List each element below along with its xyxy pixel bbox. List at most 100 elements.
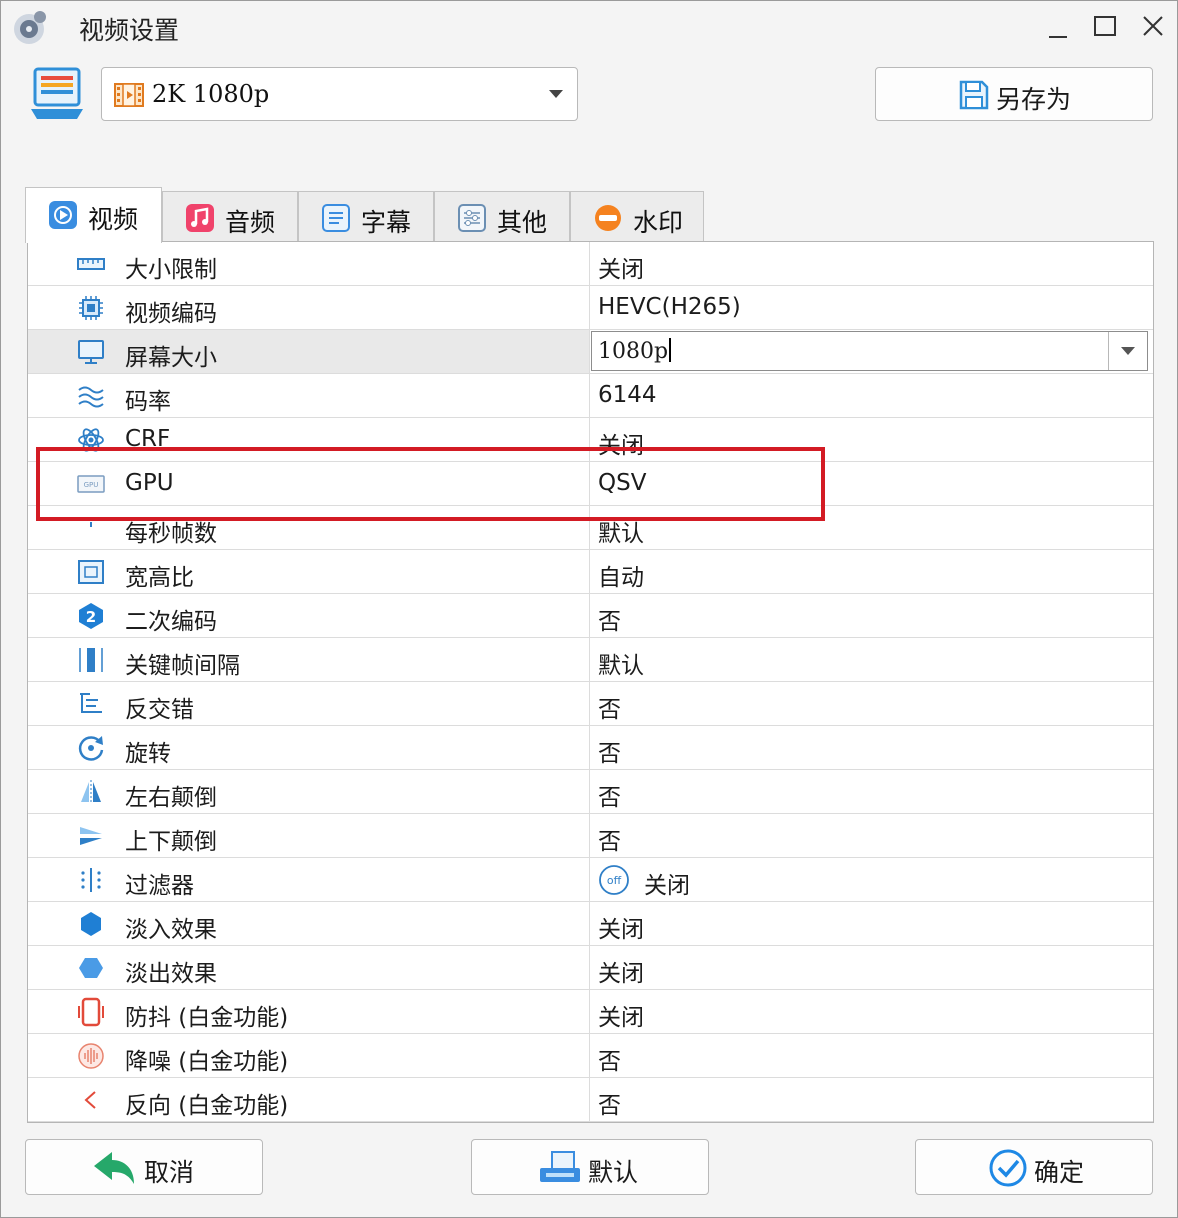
setting-label: 防抖 (白金功能) — [125, 1005, 289, 1031]
setting-name-cell[interactable]: 宽高比 — [28, 550, 590, 593]
setting-row[interactable]: 关键帧间隔 默认 — [28, 638, 1153, 682]
close-icon[interactable] — [1133, 9, 1173, 45]
setting-name-cell[interactable]: 视频编码 — [28, 286, 590, 329]
subtitle-icon — [322, 204, 350, 232]
setting-name-cell[interactable]: 上下颠倒 — [28, 814, 590, 857]
tab-video[interactable]: 视频 — [25, 187, 162, 243]
setting-row[interactable]: 淡入效果 关闭 — [28, 902, 1153, 946]
setting-row[interactable]: 旋转 否 — [28, 726, 1153, 770]
off-toggle-icon[interactable]: off — [598, 864, 630, 896]
preset-dropdown[interactable]: 2K 1080p — [101, 67, 578, 121]
two-pass-icon: 2 — [79, 603, 103, 629]
setting-label: CRF — [125, 426, 171, 452]
minimize-icon[interactable] — [1037, 9, 1077, 45]
setting-name-cell[interactable]: GPU GPU — [28, 462, 590, 505]
setting-name-cell[interactable]: 旋转 — [28, 726, 590, 769]
setting-name-cell[interactable]: 过滤器 — [28, 858, 590, 901]
setting-value[interactable]: 否 — [598, 734, 621, 768]
setting-value[interactable]: 否 — [598, 690, 621, 724]
setting-label: 淡入效果 — [125, 917, 217, 943]
setting-row[interactable]: GPU GPU QSV — [28, 462, 1153, 506]
setting-row[interactable]: 降噪 (白金功能) 否 — [28, 1034, 1153, 1078]
setting-row[interactable]: CRF 关闭 — [28, 418, 1153, 462]
default-button[interactable]: 默认 — [471, 1139, 709, 1195]
tab-subtitle[interactable]: 字幕 — [298, 191, 434, 241]
save-as-button[interactable]: 另存为 — [875, 67, 1153, 121]
preset-value: 2K 1080p — [152, 80, 270, 108]
setting-row[interactable]: 屏幕大小 1080p — [28, 330, 1153, 374]
setting-value[interactable]: 关闭 — [598, 954, 644, 988]
setting-row[interactable]: 码率 6144 — [28, 374, 1153, 418]
setting-name-cell[interactable]: 反向 (白金功能) — [28, 1078, 590, 1121]
setting-value[interactable]: 关闭 — [644, 866, 690, 900]
setting-row[interactable]: 上下颠倒 否 — [28, 814, 1153, 858]
rotate-icon — [78, 736, 104, 761]
setting-value[interactable]: 关闭 — [598, 998, 644, 1032]
setting-row[interactable]: 过滤器 off 关闭 — [28, 858, 1153, 902]
setting-row[interactable]: 视频编码 HEVC(H265) — [28, 286, 1153, 330]
setting-name-cell[interactable]: 2 二次编码 — [28, 594, 590, 637]
flip-vertical-icon — [80, 827, 102, 845]
setting-value[interactable]: 默认 — [598, 646, 644, 680]
chevron-down-icon[interactable] — [549, 90, 563, 98]
setting-name-cell[interactable]: 码率 — [28, 374, 590, 417]
setting-name-cell[interactable]: 每秒帧数 — [28, 506, 590, 549]
setting-name-cell[interactable]: 反交错 — [28, 682, 590, 725]
tab-audio[interactable]: 音频 — [162, 191, 298, 241]
setting-name-cell[interactable]: 大小限制 — [28, 242, 590, 285]
setting-label: 大小限制 — [125, 257, 217, 283]
tab-label-audio: 音频 — [225, 208, 276, 237]
setting-value[interactable]: 关闭 — [598, 426, 644, 460]
setting-label: 降噪 (白金功能) — [125, 1049, 289, 1075]
setting-value[interactable]: QSV — [598, 470, 646, 496]
setting-value[interactable]: 否 — [598, 602, 621, 636]
setting-row[interactable]: 宽高比 自动 — [28, 550, 1153, 594]
reverse-icon — [84, 1091, 96, 1109]
screen-size-combobox[interactable]: 1080p — [591, 331, 1148, 371]
maximize-icon[interactable] — [1085, 9, 1125, 45]
screen-size-input[interactable]: 1080p — [598, 338, 672, 364]
setting-value[interactable]: 否 — [598, 1086, 621, 1120]
setting-value[interactable]: 默认 — [598, 514, 644, 548]
setting-row[interactable]: 每秒帧数 默认 — [28, 506, 1153, 550]
fps-icon — [89, 517, 93, 527]
setting-name-cell[interactable]: CRF — [28, 418, 590, 461]
chevron-down-icon[interactable] — [1108, 332, 1147, 370]
setting-value[interactable]: 关闭 — [598, 910, 644, 944]
setting-value[interactable]: 6144 — [598, 382, 657, 408]
setting-row[interactable]: 反交错 否 — [28, 682, 1153, 726]
title-bar[interactable]: 视频设置 — [1, 1, 1177, 53]
setting-label: 过滤器 — [125, 873, 194, 899]
setting-name-cell[interactable]: 淡入效果 — [28, 902, 590, 945]
tab-other[interactable]: 其他 — [434, 191, 570, 241]
setting-value[interactable]: 否 — [598, 778, 621, 812]
setting-value[interactable]: HEVC(H265) — [598, 294, 741, 320]
setting-name-cell[interactable]: 淡出效果 — [28, 946, 590, 989]
setting-row[interactable]: 2 二次编码 否 — [28, 594, 1153, 638]
music-note-icon — [186, 204, 214, 232]
setting-name-cell[interactable]: 屏幕大小 — [28, 330, 590, 373]
setting-value[interactable]: 自动 — [598, 558, 644, 592]
cancel-button[interactable]: 取消 — [25, 1139, 263, 1195]
setting-value[interactable]: 否 — [598, 822, 621, 856]
setting-row[interactable]: 淡出效果 关闭 — [28, 946, 1153, 990]
setting-row[interactable]: 大小限制 关闭 — [28, 242, 1153, 286]
setting-value[interactable]: 否 — [598, 1042, 621, 1076]
setting-name-cell[interactable]: 关键帧间隔 — [28, 638, 590, 681]
setting-row[interactable]: 防抖 (白金功能) 关闭 — [28, 990, 1153, 1034]
setting-row[interactable]: 反向 (白金功能) 否 — [28, 1078, 1153, 1122]
stabilize-icon — [78, 997, 104, 1027]
video-tab-icon — [49, 201, 77, 229]
fade-in-icon — [81, 912, 101, 936]
atom-icon — [78, 428, 104, 452]
save-as-label: 另存为 — [996, 85, 1072, 114]
setting-row[interactable]: 左右颠倒 否 — [28, 770, 1153, 814]
ok-button[interactable]: 确定 — [915, 1139, 1153, 1195]
setting-name-cell[interactable]: 降噪 (白金功能) — [28, 1034, 590, 1077]
setting-value[interactable]: 关闭 — [598, 250, 644, 284]
setting-name-cell[interactable]: 左右颠倒 — [28, 770, 590, 813]
monitor-icon — [78, 340, 104, 364]
setting-name-cell[interactable]: 防抖 (白金功能) — [28, 990, 590, 1033]
tab-watermark[interactable]: 水印 — [570, 191, 704, 241]
flip-horizontal-icon — [81, 780, 101, 804]
